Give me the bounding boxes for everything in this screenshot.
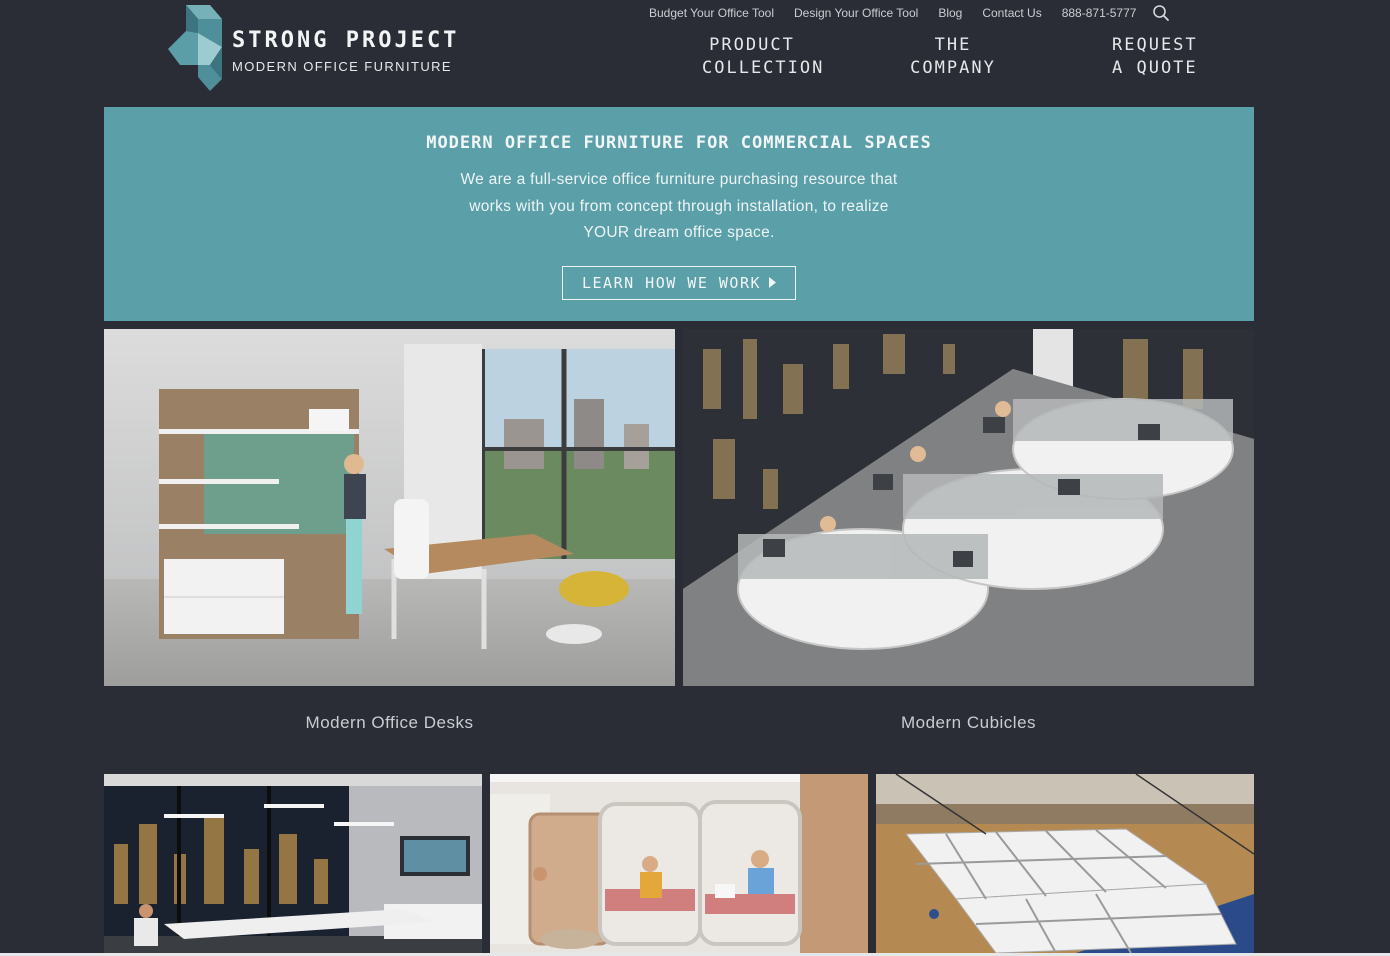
office-desks-caption[interactable]: Modern Office Desks <box>104 713 675 733</box>
utility-nav: Budget Your Office Tool Design Your Offi… <box>649 4 1170 22</box>
nav-product-line1: PRODUCT <box>709 35 795 55</box>
logo-mark-icon <box>168 5 222 91</box>
phone-link[interactable]: 888-871-5777 <box>1062 6 1137 20</box>
nav-quote-line1: REQUEST <box>1112 35 1198 55</box>
budget-tool-link[interactable]: Budget Your Office Tool <box>649 6 774 20</box>
caret-right-icon <box>769 277 777 288</box>
nav-product-collection[interactable]: PRODUCT COLLECTION <box>702 34 825 80</box>
search-icon[interactable] <box>1152 4 1170 22</box>
logo-subtitle: MODERN OFFICE FURNITURE <box>232 58 452 74</box>
nav-quote-line2: A QUOTE <box>1112 58 1198 78</box>
nav-request-quote[interactable]: REQUEST A QUOTE <box>1112 34 1198 80</box>
office-desk-photo[interactable] <box>104 329 675 686</box>
lounge-pods-photo[interactable] <box>490 774 868 953</box>
nav-product-line2: COLLECTION <box>702 58 825 78</box>
cubicles-photo[interactable] <box>683 329 1254 686</box>
gym-cubicle-install-photo[interactable] <box>876 774 1254 953</box>
nav-company-line1: THE <box>934 35 972 55</box>
hero-text: We are a full-service office furniture p… <box>460 171 898 241</box>
hero-title: MODERN OFFICE FURNITURE FOR COMMERCIAL S… <box>426 133 932 153</box>
nav-company-line2: COMPANY <box>910 58 996 78</box>
hero-banner: MODERN OFFICE FURNITURE FOR COMMERCIAL S… <box>104 107 1254 321</box>
learn-how-we-work-label: LEARN HOW WE WORK <box>581 273 762 292</box>
cubicles-caption[interactable]: Modern Cubicles <box>683 713 1254 733</box>
main-nav: PRODUCT COLLECTION THE COMPANY REQUEST A… <box>680 34 1210 84</box>
learn-how-we-work-button[interactable]: LEARN HOW WE WORK <box>561 265 797 300</box>
nav-the-company[interactable]: THE COMPANY <box>908 34 998 80</box>
site-logo[interactable]: STRONG PROJECT MODERN OFFICE FURNITURE <box>166 5 459 93</box>
design-tool-link[interactable]: Design Your Office Tool <box>794 6 918 20</box>
blog-link[interactable]: Blog <box>938 6 962 20</box>
conference-room-photo[interactable] <box>104 774 482 953</box>
contact-link[interactable]: Contact Us <box>982 6 1041 20</box>
logo-title: STRONG PROJECT <box>232 27 460 53</box>
